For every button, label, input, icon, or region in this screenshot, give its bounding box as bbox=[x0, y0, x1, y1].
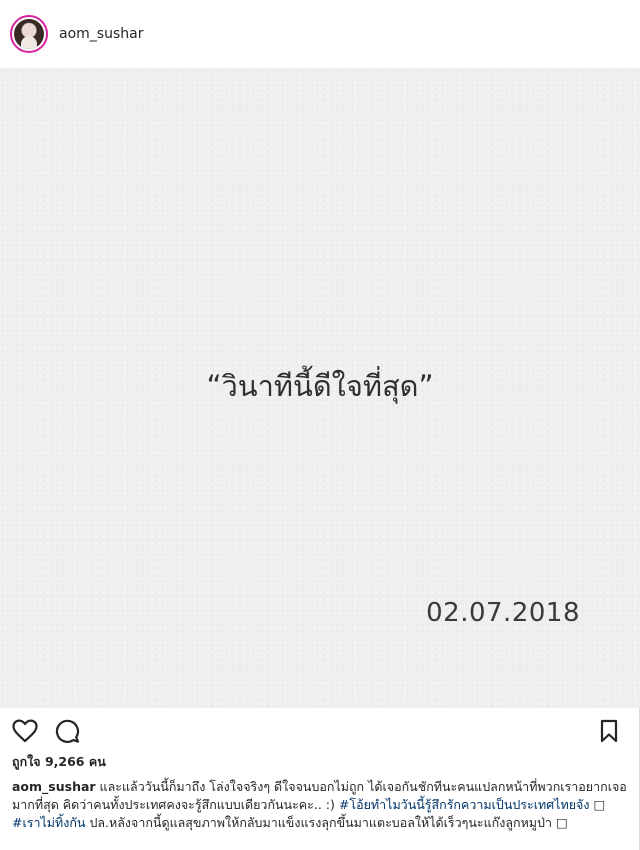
save-button[interactable] bbox=[594, 716, 624, 746]
image-quote-text: “วินาทีนี้ดีใจที่สุด” bbox=[206, 369, 434, 403]
likes-label: ถูกใจ bbox=[12, 754, 41, 769]
avatar-image bbox=[14, 19, 44, 49]
hashtag-link[interactable]: #เราไม่ทิ้งกัน bbox=[12, 815, 85, 830]
hashtag-link[interactable]: #โอ้ยทำไมวันนี้รู้สึกรักความเป็นประเทศไท… bbox=[339, 797, 590, 812]
post-image[interactable]: “วินาทีนี้ดีใจที่สุด” 02.07.2018 bbox=[0, 68, 640, 708]
heart-outline-icon bbox=[12, 719, 38, 743]
header-username[interactable]: aom_sushar bbox=[59, 26, 143, 42]
caption-username[interactable]: aom_sushar bbox=[12, 779, 96, 794]
likes-count[interactable]: ถูกใจ 9,266 คน bbox=[12, 752, 106, 772]
comment-bubble-icon bbox=[55, 719, 80, 743]
like-button[interactable] bbox=[10, 716, 40, 746]
likes-unit: คน bbox=[88, 754, 106, 769]
caption-text-part-3: ปล.หลังจากนี้ดูแลสุขภาพให้กลับมาแข็งแรงล… bbox=[85, 815, 568, 830]
avatar[interactable] bbox=[10, 15, 48, 53]
image-date-text: 02.07.2018 bbox=[426, 598, 580, 628]
caption-text-part-2: □ bbox=[589, 797, 606, 812]
bookmark-outline-icon bbox=[600, 719, 618, 743]
action-bar bbox=[0, 712, 640, 750]
post-caption: aom_sushar และแล้ววันนี้ก็มาถึง โล่งใจจร… bbox=[12, 778, 632, 832]
likes-number: 9,266 bbox=[44, 754, 85, 769]
post-frame: aom_sushar “วินาทีนี้ดีใจที่สุด” 02.07.2… bbox=[0, 0, 640, 850]
comment-button[interactable] bbox=[52, 716, 82, 746]
post-header: aom_sushar bbox=[0, 0, 640, 68]
